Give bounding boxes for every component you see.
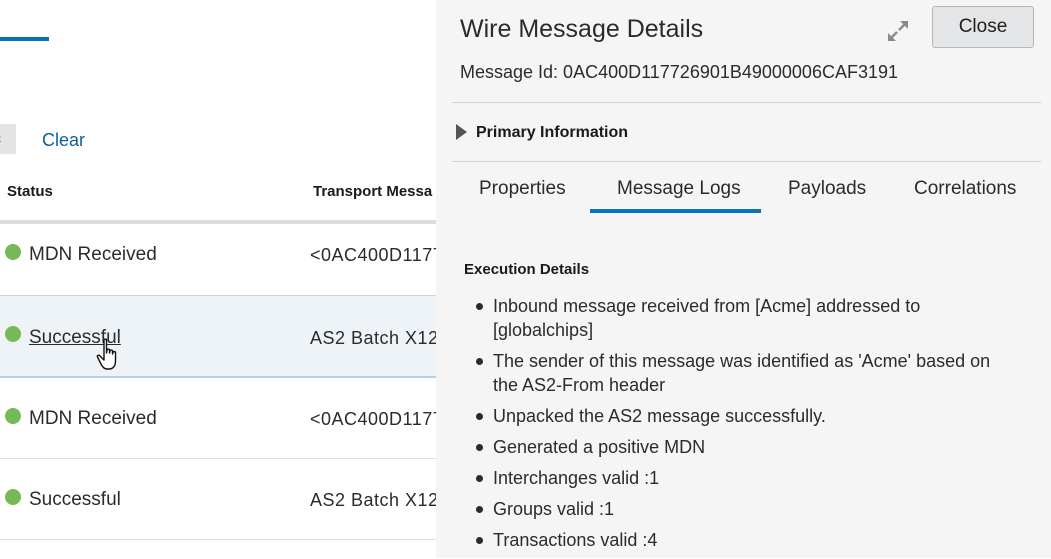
log-item: Interchanges valid :1 — [474, 466, 1019, 490]
tab-correlations[interactable]: Correlations — [914, 178, 1016, 200]
log-text: Transactions valid :4 — [493, 530, 658, 550]
log-item: Transactions valid :4 — [474, 528, 1019, 552]
transport-message-text: AS2 Batch X12 — [310, 328, 436, 348]
execution-details-heading: Execution Details — [464, 261, 590, 278]
tab-payloads[interactable]: Payloads — [788, 178, 866, 200]
log-text: Unpacked the AS2 message successfully. — [493, 406, 826, 426]
table-row-selected[interactable]: Successful AS2 Batch X12 — [0, 295, 436, 378]
messages-table-area: ‹ Clear Status Transport Messa MDN Recei… — [0, 0, 436, 558]
transport-message-text: <0AC400D1177 — [310, 245, 436, 265]
transport-message-text: AS2 Batch X12 — [310, 490, 436, 510]
drawer-title: Wire Message Details — [460, 15, 704, 43]
log-text: The sender of this message was identifie… — [493, 351, 991, 395]
active-tab-indicator — [0, 37, 49, 41]
divider — [452, 102, 1041, 103]
bullet-icon — [476, 413, 483, 420]
log-item: The sender of this message was identifie… — [474, 349, 1019, 397]
status-success-icon — [5, 244, 21, 260]
close-button[interactable]: Close — [932, 6, 1034, 48]
column-header-status[interactable]: Status — [7, 183, 53, 200]
log-item: Generated a positive MDN — [474, 435, 1019, 459]
execution-log-list: Inbound message received from [Acme] add… — [474, 294, 1019, 559]
filter-toggle-button[interactable]: ‹ — [0, 124, 16, 154]
log-text: Generated a positive MDN — [493, 437, 706, 457]
transport-message-text: <0AC400D1177 — [310, 409, 436, 429]
log-text: Inbound message received from [Acme] add… — [493, 296, 921, 340]
bullet-icon — [476, 358, 483, 365]
bullet-icon — [476, 537, 483, 544]
table-row[interactable]: MDN Received <0AC400D1177 — [0, 224, 436, 305]
log-text: Interchanges valid :1 — [493, 468, 660, 488]
column-header-transport-message[interactable]: Transport Messa — [313, 183, 432, 200]
message-id: Message Id: 0AC400D117726901B49000006CAF… — [460, 62, 898, 82]
divider — [452, 161, 1041, 162]
log-item: Groups valid :1 — [474, 497, 1019, 521]
wire-message-details-drawer: Wire Message Details Close Message Id: 0… — [436, 0, 1051, 558]
bullet-icon — [476, 475, 483, 482]
status-success-icon — [5, 326, 21, 342]
clear-filters-link[interactable]: Clear — [42, 130, 85, 151]
status-text: MDN Received — [29, 244, 157, 265]
log-item: Inbound message received from [Acme] add… — [474, 294, 1019, 342]
status-text: MDN Received — [29, 408, 157, 429]
tab-properties[interactable]: Properties — [479, 178, 566, 200]
active-tab-indicator — [590, 209, 761, 213]
log-text: Groups valid :1 — [493, 499, 615, 519]
status-success-icon — [5, 408, 21, 424]
log-item: Unpacked the AS2 message successfully. — [474, 404, 1019, 428]
expand-icon[interactable] — [885, 18, 911, 44]
chevron-left-icon: ‹ — [0, 130, 2, 146]
table-row[interactable]: MDN Received <0AC400D1177 — [0, 378, 436, 459]
primary-information-label: Primary Information — [476, 124, 629, 141]
tab-message-logs[interactable]: Message Logs — [617, 178, 741, 200]
bullet-icon — [476, 506, 483, 513]
caret-right-icon — [456, 124, 467, 140]
bullet-icon — [476, 444, 483, 451]
table-row[interactable]: Successful AS2 Batch X12 — [0, 459, 436, 540]
status-text: Successful — [29, 489, 121, 510]
bullet-icon — [476, 303, 483, 310]
hand-pointer-cursor-icon — [96, 338, 117, 370]
status-success-icon — [5, 489, 21, 505]
